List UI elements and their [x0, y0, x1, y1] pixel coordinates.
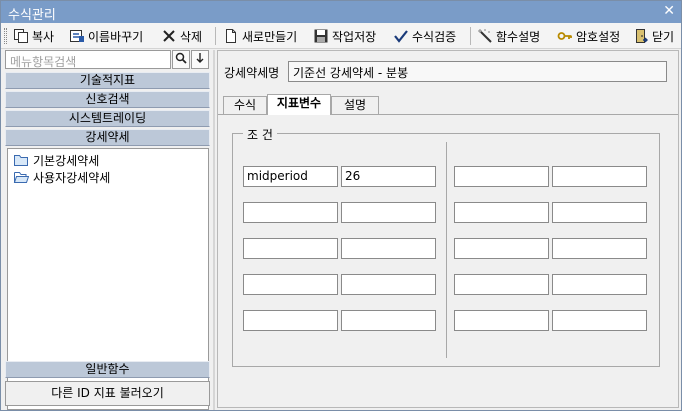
close-button[interactable]: 닫기: [633, 26, 674, 46]
delete-x-icon: [161, 28, 177, 44]
panel-splitter[interactable]: [213, 50, 215, 410]
new-button[interactable]: 새로만들기: [223, 26, 297, 46]
copy-icon: [13, 28, 29, 44]
folder-icon: [13, 153, 29, 167]
arrow-down-icon: [195, 52, 205, 67]
tree-item-user-bull-bear[interactable]: 사용자강세약세: [13, 169, 110, 185]
toolbar: 복사 이름바꾸기 삭제 새로만들기 작업저장 수식검증 함수설명 암호설정 닫기: [1, 23, 681, 49]
search-icon: [175, 52, 187, 67]
condition-1-left-value[interactable]: 26: [341, 166, 436, 187]
condition-3-left-name[interactable]: [243, 238, 338, 259]
menu-search-input[interactable]: 메뉴항목검색: [5, 50, 171, 69]
condition-1-right-value[interactable]: [552, 166, 647, 187]
function-help-button[interactable]: 함수설명: [477, 26, 540, 46]
name-field: 기준선 강세약세 - 분봉: [288, 61, 667, 82]
condition-3-right-value[interactable]: [552, 238, 647, 259]
folder-open-icon: [13, 170, 30, 184]
copy-button[interactable]: 복사: [13, 26, 54, 46]
password-label: 암호설정: [576, 29, 621, 44]
category-technical-indicator[interactable]: 기술적지표: [5, 72, 210, 89]
exit-door-icon: [633, 28, 649, 44]
new-document-icon: [223, 28, 239, 44]
search-down-button[interactable]: [191, 50, 209, 69]
save-disk-icon: [313, 28, 329, 44]
condition-4-left-name[interactable]: [243, 274, 338, 295]
verify-button[interactable]: 수식검증: [393, 26, 456, 46]
key-icon: [557, 28, 573, 44]
left-panel: 메뉴항목검색 기술적지표 신호검색 시스템트레이딩 강세약세 기본강세약세 사용…: [5, 50, 211, 410]
category-bull-bear[interactable]: 강세약세: [5, 129, 210, 146]
tab-formula[interactable]: 수식: [223, 96, 267, 114]
condition-group-title: 조 건: [243, 126, 277, 143]
tab-indicator-variable[interactable]: 지표변수: [267, 94, 331, 115]
toolbar-grip[interactable]: [4, 28, 7, 44]
condition-1-left-name[interactable]: midperiod: [243, 166, 338, 187]
condition-2-right-name[interactable]: [454, 202, 549, 223]
category-general-function[interactable]: 일반함수: [5, 361, 210, 378]
new-label: 새로만들기: [242, 29, 298, 44]
condition-3-left-value[interactable]: [341, 238, 436, 259]
condition-2-right-value[interactable]: [552, 202, 647, 223]
tab-description[interactable]: 설명: [331, 96, 379, 114]
function-help-label: 함수설명: [496, 29, 541, 44]
rename-icon: [69, 28, 85, 44]
right-panel: 강세약세명 기준선 강세약세 - 분봉 수식 지표변수 설명 조 건 midpe…: [217, 50, 679, 408]
name-label: 강세약세명: [224, 66, 280, 80]
condition-2-left-value[interactable]: [341, 202, 436, 223]
condition-1-right-name[interactable]: [454, 166, 549, 187]
toolbar-separator: [215, 27, 216, 45]
password-button[interactable]: 암호설정: [557, 26, 620, 46]
formula-manager-window: 수식관리 ✕ 복사 이름바꾸기 삭제 새로만들기 작업저장 수식검증 함수설명 …: [0, 0, 682, 411]
load-other-id-button[interactable]: 다른 ID 지표 불러오기: [5, 381, 210, 406]
tree-item-label: 사용자강세약세: [33, 170, 111, 185]
condition-group: 조 건 midperiod 26: [232, 126, 660, 367]
close-icon[interactable]: ✕: [663, 3, 675, 19]
magic-wand-icon: [477, 28, 493, 44]
window-title: 수식관리: [8, 8, 56, 23]
condition-3-right-name[interactable]: [454, 238, 549, 259]
rename-button[interactable]: 이름바꾸기: [69, 26, 143, 46]
copy-label: 복사: [32, 29, 55, 44]
toolbar-separator: [470, 27, 471, 45]
category-signal-search[interactable]: 신호검색: [5, 91, 210, 108]
condition-2-left-name[interactable]: [243, 202, 338, 223]
tree-item-label: 기본강세약세: [33, 153, 100, 168]
condition-5-left-value[interactable]: [341, 310, 436, 331]
verify-label: 수식검증: [412, 29, 457, 44]
condition-5-left-name[interactable]: [243, 310, 338, 331]
category-system-trading[interactable]: 시스템트레이딩: [5, 110, 210, 127]
condition-4-right-value[interactable]: [552, 274, 647, 295]
close-label: 닫기: [652, 29, 675, 44]
tree-item-basic-bull-bear[interactable]: 기본강세약세: [13, 152, 99, 168]
save-button[interactable]: 작업저장: [313, 26, 376, 46]
rename-label: 이름바꾸기: [88, 29, 144, 44]
delete-button[interactable]: 삭제: [161, 26, 202, 46]
save-label: 작업저장: [332, 29, 377, 44]
condition-5-right-value[interactable]: [552, 310, 647, 331]
condition-divider: [446, 142, 447, 358]
checkmark-icon: [393, 28, 409, 44]
search-button[interactable]: [172, 50, 190, 69]
condition-5-right-name[interactable]: [454, 310, 549, 331]
condition-4-right-name[interactable]: [454, 274, 549, 295]
condition-4-left-value[interactable]: [341, 274, 436, 295]
delete-label: 삭제: [180, 29, 203, 44]
title-bar: 수식관리 ✕: [1, 1, 681, 23]
